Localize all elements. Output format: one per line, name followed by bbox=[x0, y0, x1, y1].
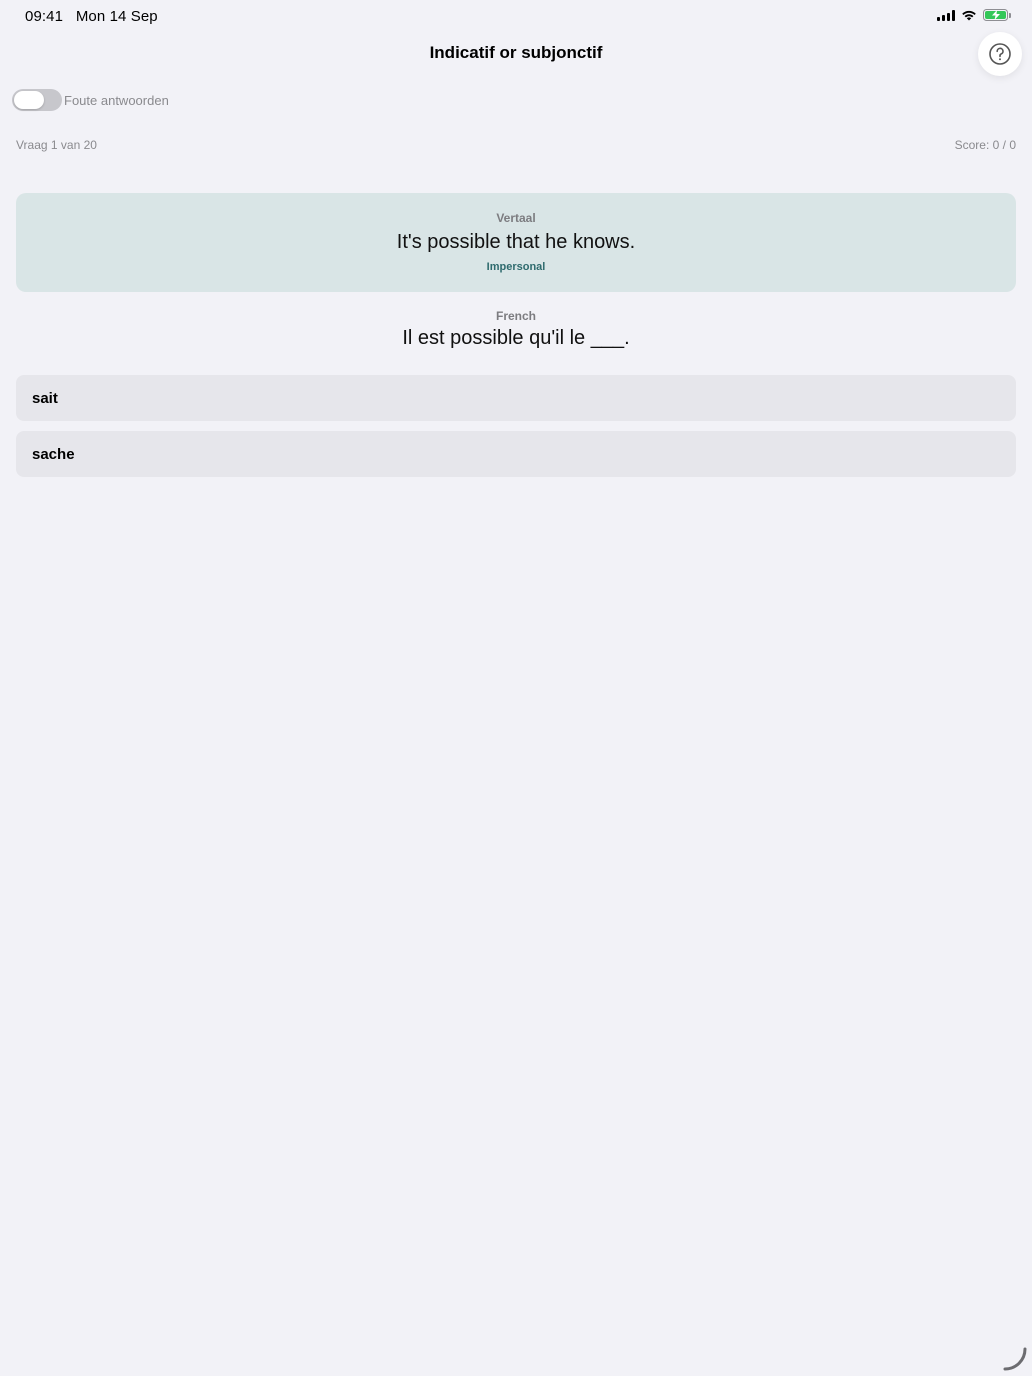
answer-option-sache[interactable]: sache bbox=[16, 431, 1016, 477]
answer-option-label: sache bbox=[32, 445, 75, 463]
score-label: Score: 0 / 0 bbox=[954, 138, 1016, 152]
wrong-answers-toggle-row: Foute antwoorden bbox=[12, 89, 169, 111]
wrong-answers-label: Foute antwoorden bbox=[64, 92, 169, 108]
status-icons bbox=[937, 9, 1011, 21]
battery-cap bbox=[1009, 13, 1011, 18]
wrong-answers-toggle[interactable] bbox=[12, 89, 62, 111]
question-language-caption: French bbox=[495, 309, 536, 323]
page-title: Indicatif or subjonctif bbox=[429, 43, 603, 62]
cellular-signal-icon bbox=[937, 9, 955, 21]
prompt-card: Vertaal It's possible that he knows. Imp… bbox=[16, 193, 1016, 292]
answer-option-sait[interactable]: sait bbox=[16, 375, 1016, 421]
question-text: Il est possible qu'il le ___. bbox=[402, 327, 630, 349]
status-bar: 09:41 Mon 14 Sep bbox=[0, 0, 1032, 32]
answer-option-label: sait bbox=[32, 389, 58, 407]
prompt-caption: Vertaal bbox=[496, 211, 536, 225]
prompt-category-tag: Impersonal bbox=[486, 261, 546, 273]
toggle-knob bbox=[14, 91, 44, 109]
answer-options: sait sache bbox=[16, 375, 1016, 487]
status-time: 09:41 Mon 14 Sep bbox=[25, 8, 158, 25]
help-button[interactable] bbox=[978, 32, 1022, 76]
wifi-icon bbox=[962, 10, 976, 21]
battery-level bbox=[985, 10, 1006, 20]
resize-handle-icon[interactable] bbox=[1002, 1346, 1028, 1372]
charging-bolt-icon bbox=[991, 10, 1000, 20]
question-circle-icon bbox=[989, 43, 1011, 65]
prompt-text: It's possible that he knows. bbox=[396, 231, 636, 253]
battery-icon bbox=[983, 9, 1011, 21]
question-counter: Vraag 1 van 20 bbox=[16, 138, 97, 152]
progress-row: Vraag 1 van 20 Score: 0 / 0 bbox=[16, 138, 1016, 152]
